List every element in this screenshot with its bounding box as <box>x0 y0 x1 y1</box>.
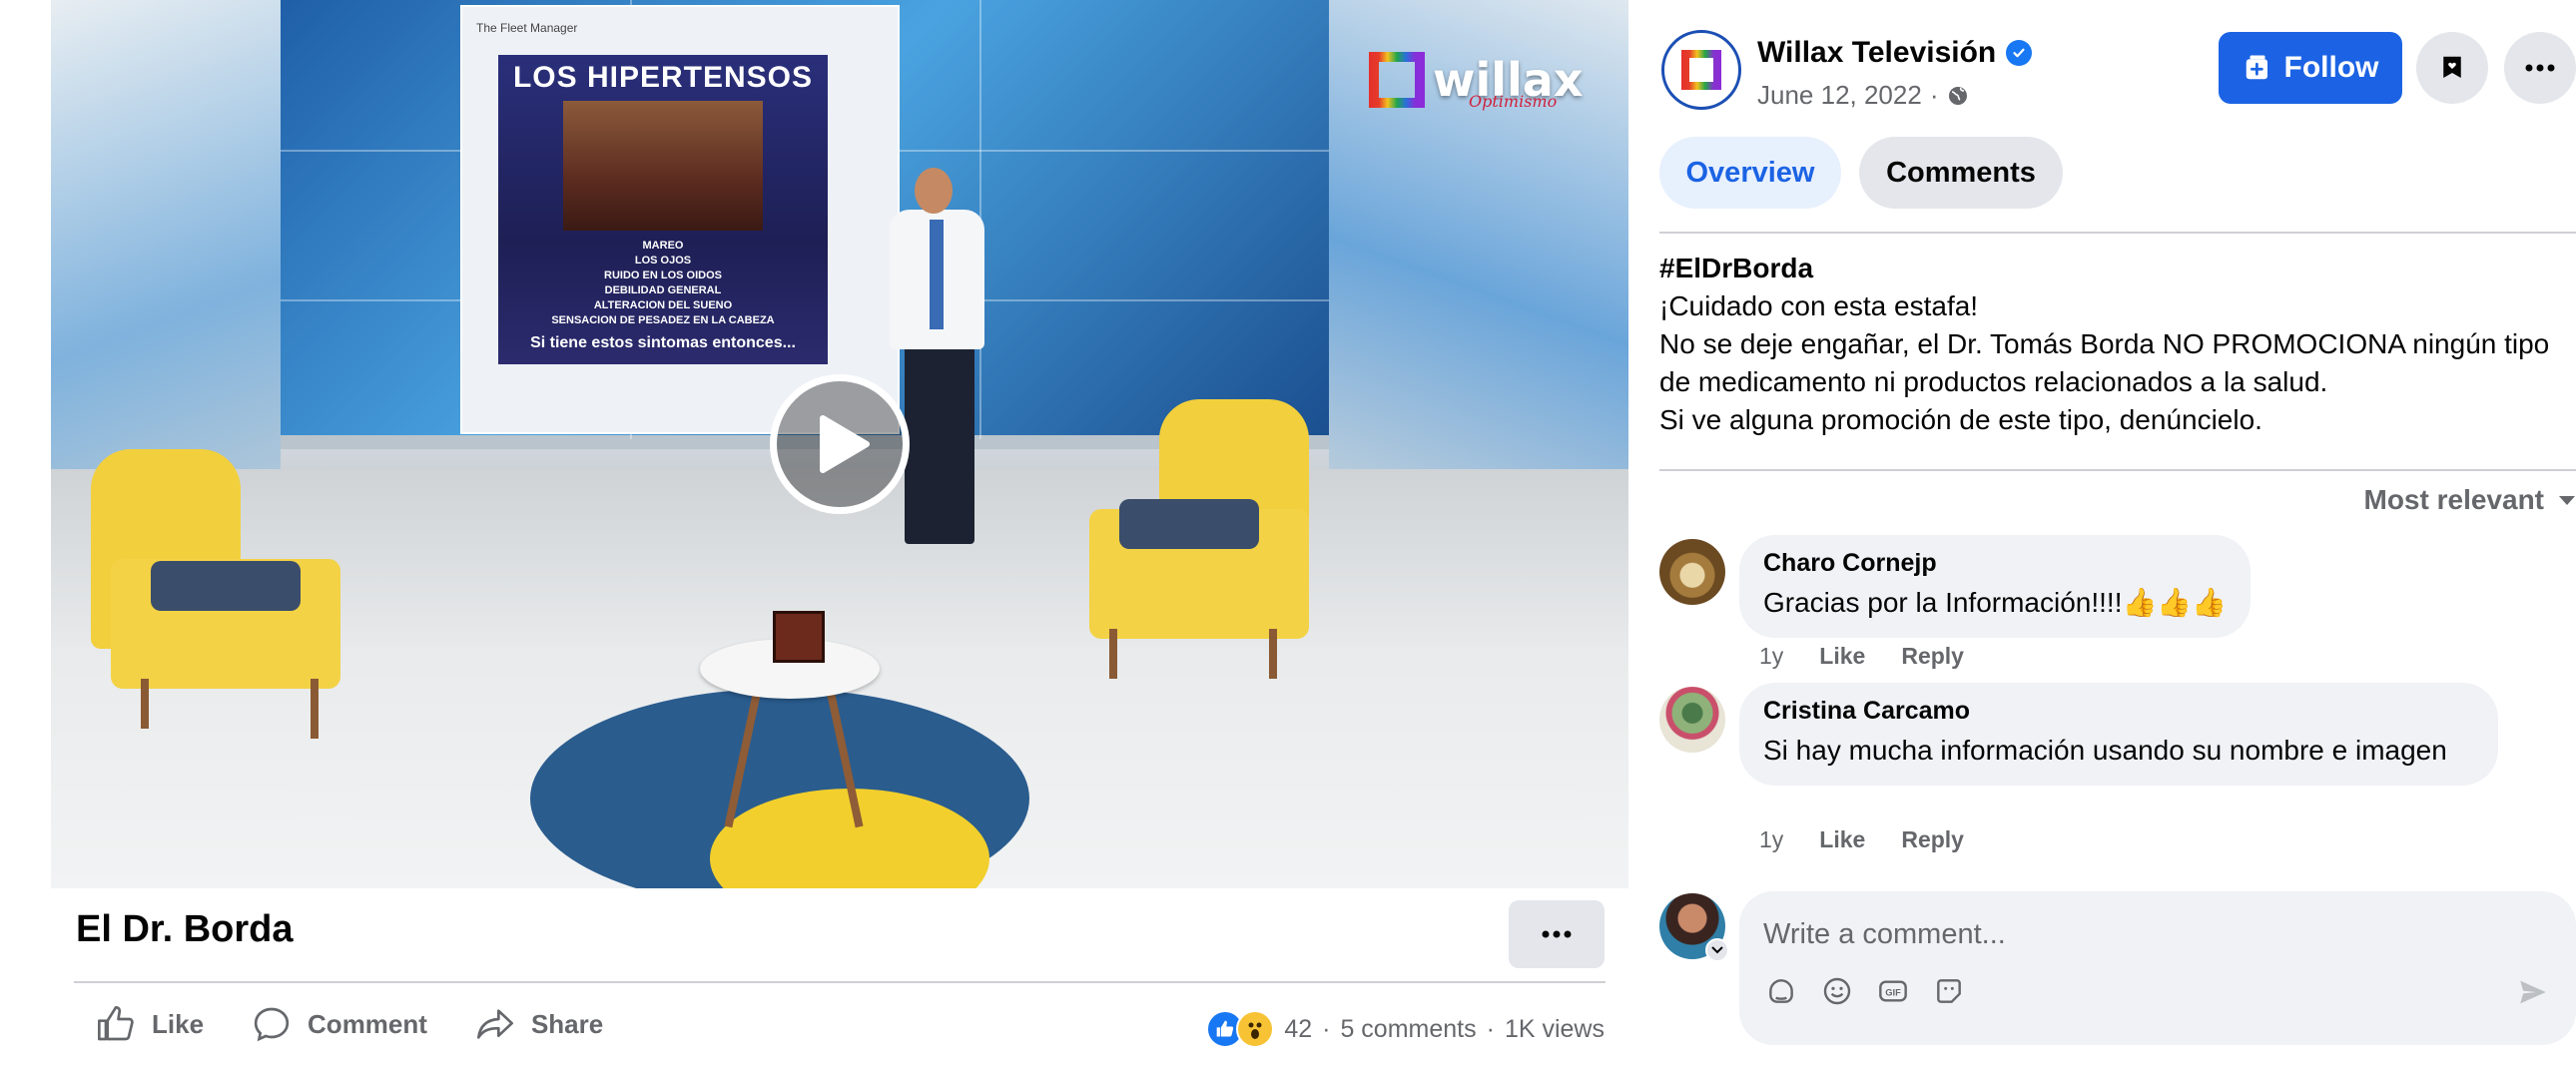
hashtag-link[interactable]: #ElDrBorda <box>1659 250 2568 287</box>
share-button[interactable]: Share <box>475 1004 603 1044</box>
yellow-chair-right <box>1049 399 1329 689</box>
screen-post-page: The Fleet Manager <box>476 21 578 35</box>
comment-text: Gracias por la Información!!!!👍👍👍 <box>1763 587 2228 618</box>
caption-line: No se deje engañar, el Dr. Tomás Borda N… <box>1659 328 2550 397</box>
screen-post-title: LOS HIPERTENSOS <box>512 61 814 94</box>
share-label: Share <box>530 1008 604 1039</box>
follow-button[interactable]: Follow <box>2219 32 2402 104</box>
shield-heart-icon <box>2443 56 2461 78</box>
play-button[interactable] <box>770 374 910 514</box>
willax-logo-icon <box>1681 50 1721 90</box>
avatar-sticker-icon[interactable] <box>1931 973 1967 1009</box>
wow-reaction-icon <box>1236 1010 1275 1048</box>
comment-composer: GIF <box>1739 891 2576 1045</box>
post-date[interactable]: June 12, 2022 <box>1757 80 1922 111</box>
gif-icon[interactable]: GIF <box>1875 973 1911 1009</box>
tab-comments[interactable]: Comments <box>1859 137 2063 209</box>
caption-line: Si ve alguna promoción de este tipo, den… <box>1659 404 2262 435</box>
commenter-avatar[interactable] <box>1659 687 1725 753</box>
like-label: Like <box>152 1008 205 1039</box>
more-icon <box>1542 930 1572 938</box>
post-stats: 42 · 5 comments · 1K views <box>1206 1010 1605 1048</box>
video-player[interactable]: The Fleet Manager LOS HIPERTENSOS MAREO … <box>51 0 1628 888</box>
comment-icon <box>254 1007 290 1042</box>
tv-box <box>773 611 825 663</box>
comment-meta: 1y Like Reply <box>1759 643 1964 670</box>
post-meta: June 12, 2022 · <box>1757 80 1970 111</box>
comment-button[interactable]: Comment <box>252 1004 427 1044</box>
like-button[interactable]: Like <box>96 1004 204 1044</box>
more-options-button[interactable] <box>2504 32 2576 104</box>
comment-author[interactable]: Cristina Carcamo <box>1763 697 2474 726</box>
comment-sort-dropdown[interactable]: Most relevant <box>2364 484 2576 516</box>
share-icon <box>476 1009 513 1039</box>
view-count: 1K views <box>1504 1014 1605 1043</box>
svg-text:GIF: GIF <box>1885 987 1901 997</box>
comment-label: Comment <box>308 1008 427 1039</box>
comment-time[interactable]: 1y <box>1759 826 1783 853</box>
divider <box>1659 232 2576 234</box>
screen-post-footer: Si tiene estos sintomas entonces... <box>530 334 796 351</box>
sticker-icon[interactable] <box>1763 973 1799 1009</box>
comment-input[interactable] <box>1763 909 2522 959</box>
screen-post-photo <box>563 101 763 231</box>
send-icon[interactable] <box>2516 975 2550 1014</box>
globe-icon <box>1949 86 1968 105</box>
comment-time[interactable]: 1y <box>1759 643 1783 670</box>
post-caption: #ElDrBorda ¡Cuidado con esta estafa! No … <box>1659 250 2568 439</box>
video-more-button[interactable] <box>1509 900 1605 968</box>
comment-reply-button[interactable]: Reply <box>1901 826 1964 853</box>
comment-like-button[interactable]: Like <box>1819 643 1865 670</box>
page-name-row: Willax Televisión <box>1757 36 2033 70</box>
comment-meta: 1y Like Reply <box>1759 826 1964 853</box>
reaction-count: 42 <box>1284 1014 1313 1043</box>
composer-toolbar: GIF <box>1763 973 1967 1009</box>
divider <box>1659 469 2576 471</box>
yellow-chair-left <box>71 449 370 739</box>
video-title: El Dr. Borda <box>76 908 294 950</box>
verified-badge-icon <box>2006 40 2033 66</box>
comment-author[interactable]: Charo Cornejp <box>1763 549 2227 578</box>
play-icon <box>820 415 870 473</box>
comment-text: Si hay mucha información usando su nombr… <box>1763 735 2447 766</box>
page-name[interactable]: Willax Televisión <box>1757 36 1996 70</box>
presenter <box>860 160 1009 579</box>
emoji-icon[interactable] <box>1819 973 1855 1009</box>
tab-overview[interactable]: Overview <box>1659 137 1841 209</box>
caret-down-icon <box>2559 496 2575 505</box>
page-avatar[interactable] <box>1661 30 1741 110</box>
screen-post-card: The Fleet Manager LOS HIPERTENSOS MAREO … <box>460 5 900 434</box>
account-switch-icon[interactable] <box>1705 938 1729 962</box>
save-button[interactable] <box>2416 32 2488 104</box>
reactions-summary[interactable] <box>1206 1010 1275 1048</box>
commenter-avatar[interactable] <box>1659 539 1725 605</box>
comment-reply-button[interactable]: Reply <box>1901 643 1964 670</box>
post-panel: Willax Televisión June 12, 2022 · Follow… <box>1657 0 2576 1072</box>
screen-post-image: LOS HIPERTENSOS MAREO LOS OJOS RUIDO EN … <box>498 55 828 364</box>
thumbs-up-icon <box>98 1006 134 1041</box>
willax-logo-sub: Optimismo <box>1469 92 1558 111</box>
follow-page-icon <box>2246 55 2267 80</box>
studio-left-panel <box>51 0 281 519</box>
caption-line: ¡Cuidado con esta estafa! <box>1659 290 1979 321</box>
comment-bubble: Cristina Carcamo Si hay mucha informació… <box>1739 683 2498 786</box>
divider <box>74 981 1606 983</box>
comment-count[interactable]: 5 comments <box>1340 1015 1476 1044</box>
more-icon <box>2525 64 2555 72</box>
comment-like-button[interactable]: Like <box>1819 826 1865 853</box>
action-bar: Like Comment Share <box>96 1004 603 1044</box>
screen-post-symptoms: MAREO LOS OJOS RUIDO EN LOS OIDOS DEBILI… <box>551 240 775 326</box>
comment-bubble: Charo Cornejp Gracias por la Información… <box>1739 535 2252 638</box>
